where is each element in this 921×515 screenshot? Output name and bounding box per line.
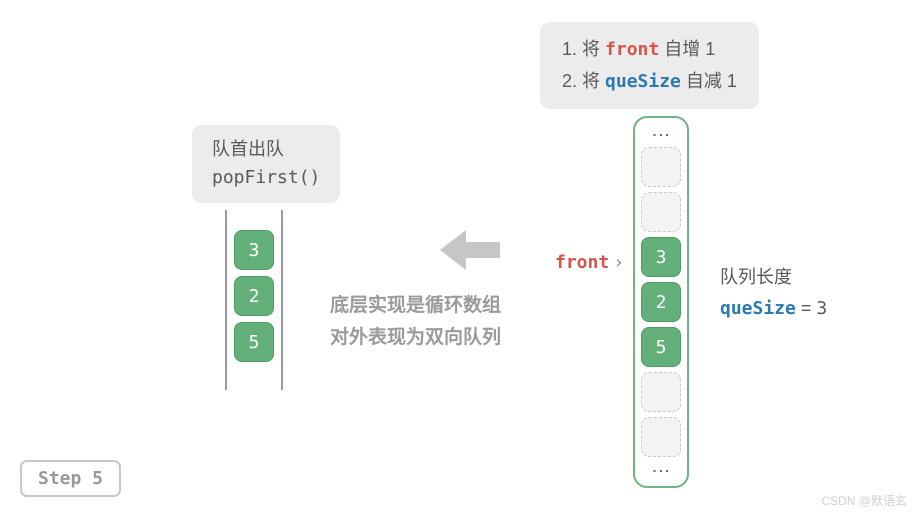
arrow-left-icon (440, 230, 500, 270)
keyword-front: front (605, 39, 659, 60)
front-pointer-label: front› (555, 252, 624, 273)
array-slot-filled: 5 (641, 327, 681, 367)
description-line-2: 对外表现为双向队列 (330, 322, 501, 354)
array-slot-empty (641, 147, 681, 187)
array-slot-empty (641, 372, 681, 412)
deque-cell: 5 (234, 322, 274, 362)
ellipsis-icon: ⋮ (656, 126, 666, 142)
description-line-1: 底层实现是循环数组 (330, 290, 501, 322)
instruction-line-2: 2. 将 queSize 自减 1 (562, 66, 737, 98)
queue-size-value: queSize = 3 (720, 293, 827, 325)
keyword-quesize: queSize (605, 71, 681, 92)
circular-array: ⋮ 3 2 5 ⋮ (633, 116, 689, 488)
watermark: CSDN @默语玄 (821, 492, 907, 509)
queue-size-label: 队列长度 (720, 262, 827, 293)
operation-label-code: popFirst() (212, 164, 320, 193)
deque-cell: 2 (234, 276, 274, 316)
description-text: 底层实现是循环数组 对外表现为双向队列 (330, 290, 501, 355)
array-slot-filled: 2 (641, 282, 681, 322)
array-slot-empty (641, 192, 681, 232)
instruction-box: 1. 将 front 自增 1 2. 将 queSize 自减 1 (540, 22, 759, 109)
array-slot-empty (641, 417, 681, 457)
deque-cell: 3 (234, 230, 274, 270)
instruction-line-1: 1. 将 front 自增 1 (562, 34, 737, 66)
operation-label-cn: 队首出队 (212, 135, 320, 164)
array-slot-filled: 3 (641, 237, 681, 277)
queue-size-info: 队列长度 queSize = 3 (720, 262, 827, 324)
step-indicator: Step 5 (20, 460, 121, 497)
operation-label-box: 队首出队 popFirst() (192, 125, 340, 203)
ellipsis-icon: ⋮ (656, 462, 666, 478)
deque-visual: 3 2 5 (225, 210, 283, 390)
caret-right-icon: › (613, 252, 624, 273)
